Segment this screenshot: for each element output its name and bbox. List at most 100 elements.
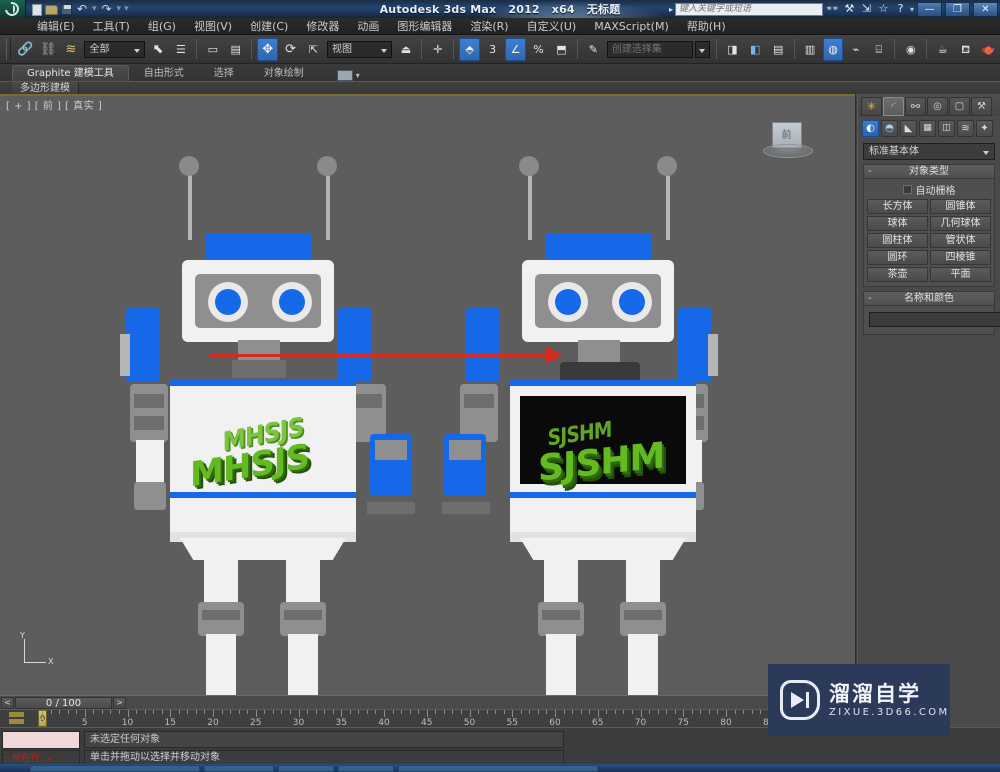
toggle-scene-explorer-button[interactable]: ▥ [800,38,821,61]
menu-item-views[interactable]: 视图(V) [185,18,241,35]
search-input[interactable] [674,2,823,16]
tab-freeform[interactable]: 自由形式 [129,65,199,81]
redo-icon[interactable]: ↷ [100,2,114,16]
ribbon-display-dropdown-icon[interactable]: ▾ [356,71,360,80]
restore-button[interactable]: ❐ [945,1,970,17]
object-button-torus[interactable]: 圆环 [867,250,928,265]
align-button[interactable]: ◧ [745,38,766,61]
shapes-button[interactable]: ◓ [881,119,898,137]
time-slider-readout[interactable]: 0 / 100 [15,696,112,709]
collapse-icon-2[interactable]: - [868,292,872,306]
menu-item-customize[interactable]: 自定义(U) [518,18,586,35]
display-tab[interactable]: ▢ [949,96,970,116]
render-production-button[interactable]: 🫖 [978,38,999,61]
object-type-rollout-header[interactable]: - 对象类型 [864,165,994,179]
material-editor-button[interactable]: ◍ [822,37,844,61]
object-name-input[interactable] [869,312,1000,327]
undo-icon[interactable]: ↶ [75,2,89,16]
modify-tab[interactable]: ◜ [883,96,904,116]
open-file-icon[interactable] [45,5,58,15]
subcategory-dropdown[interactable]: 标准基本体 [863,143,995,160]
taskbar-item-2[interactable] [204,765,274,772]
menu-item-help[interactable]: 帮助(H) [678,18,735,35]
new-file-icon[interactable] [32,3,42,16]
object-button-tube[interactable]: 管状体 [930,233,991,248]
render-setup-button[interactable]: ◉ [900,38,921,61]
name-and-color-header[interactable]: - 名称和颜色 [864,292,994,306]
menu-item-graph-editors[interactable]: 图形编辑器 [388,18,461,35]
menu-item-rendering[interactable]: 渲染(R) [461,18,517,35]
motion-tab[interactable]: ◎ [927,96,948,116]
subscription-icon[interactable]: ⇲ [859,2,874,16]
object-button-teapot[interactable]: 茶壶 [867,267,928,282]
angle-snap-toggle-button[interactable]: ∠ [505,37,527,61]
cameras-button[interactable]: ▦ [919,119,936,137]
select-by-name-button[interactable]: ☰ [170,38,191,61]
mirror-button[interactable]: ◨ [722,38,743,61]
rectangular-selection-region-button[interactable]: ▭ [202,38,223,61]
menu-item-create[interactable]: 创建(C) [241,18,297,35]
wrench-icon[interactable]: ⚒ [842,2,857,16]
maxscript-line-row[interactable]: -- 所在行: ⌄ [2,750,80,765]
maxscript-mini-listener[interactable] [2,731,80,749]
select-and-move-button[interactable]: ✥ [257,37,279,61]
object-button-box[interactable]: 长方体 [867,199,928,214]
rendered-frame-window-button[interactable]: ☕ [932,38,953,61]
tab-selection[interactable]: 选择 [199,65,249,81]
tab-object-paint[interactable]: 对象绘制 [249,65,319,81]
lights-button[interactable]: ◣ [900,119,917,137]
autogrid-checkbox[interactable] [902,185,912,194]
bind-space-warp-button[interactable]: ≋ [61,38,82,61]
geometry-button[interactable]: ◐ [862,119,879,137]
select-link-button[interactable]: 🔗 [15,38,36,61]
unlink-selection-button[interactable]: ⛓ [38,38,59,61]
create-tab[interactable]: ✳ [861,96,882,116]
viewport-label[interactable]: [ + ] [ 前 ] [ 真实 ] [6,97,102,112]
taskbar-item-4[interactable] [338,765,394,772]
menu-item-maxscript[interactable]: MAXScript(M) [585,18,678,35]
space-warps-button[interactable]: ≋ [957,119,974,137]
menu-item-tools[interactable]: 工具(T) [84,18,139,35]
collapse-icon[interactable]: - [868,165,872,179]
toolbar-grip[interactable] [6,38,11,60]
taskbar-item-5[interactable] [398,765,598,772]
next-frame-button[interactable]: > [113,696,126,709]
track-bar-key-mode-icon[interactable] [8,711,26,726]
object-button-cylinder[interactable]: 圆柱体 [867,233,928,248]
taskbar-item-3[interactable] [278,765,334,772]
help-dropdown-icon[interactable]: ▾ [910,5,914,14]
close-button[interactable]: ✕ [973,1,998,17]
select-and-scale-button[interactable]: ⇱ [303,38,324,61]
named-selection-dropdown-arrow[interactable] [694,40,710,58]
object-button-pyramid[interactable]: 四棱锥 [930,250,991,265]
selection-filter-dropdown[interactable]: 全部 [84,40,145,58]
curve-editor-button[interactable]: ⌁ [845,38,866,61]
app-logo-icon[interactable] [0,0,26,19]
ribbon-display-mode-icon[interactable] [336,70,353,81]
systems-button[interactable]: ✦ [976,119,993,137]
hierarchy-tab[interactable]: ⚯ [905,96,926,116]
snaps-toggle-button[interactable]: ⬘ [459,37,481,61]
menu-item-animation[interactable]: 动画 [348,18,388,35]
object-button-plane[interactable]: 平面 [930,267,991,282]
ribbon-panel-polygon-modeling[interactable]: 多边形建模 [12,81,79,95]
reference-coordinate-dropdown[interactable]: 视图 [326,40,393,58]
autogrid-row[interactable]: 自动栅格 [867,182,991,197]
viewcube[interactable]: 前 [761,120,817,164]
edit-named-selection-button[interactable]: ✎ [583,38,604,61]
schematic-view-button[interactable]: ⌸ [868,38,889,61]
use-pivot-center-button[interactable]: ⏏ [395,38,416,61]
track-bar-ruler[interactable]: 0 051015202530354045505560657075808590 [0,709,856,727]
utilities-tab[interactable]: ⚒ [971,96,992,116]
helpers-button[interactable]: ◫ [938,119,955,137]
search-caret-icon[interactable]: ▸ [669,5,673,14]
spinner-snap-toggle-button[interactable]: ⬒ [551,38,572,61]
customize-qat-icon[interactable]: ▾ [124,4,129,14]
menu-item-edit[interactable]: 编辑(E) [28,18,84,35]
favorites-star-icon[interactable]: ☆ [876,2,891,16]
layer-manager-button[interactable]: ▤ [768,38,789,61]
select-and-rotate-button[interactable]: ⟳ [280,38,301,61]
binoculars-icon[interactable]: 👓 [825,2,840,16]
prev-frame-button[interactable]: < [1,696,14,709]
object-button-geosphere[interactable]: 几何球体 [930,216,991,231]
